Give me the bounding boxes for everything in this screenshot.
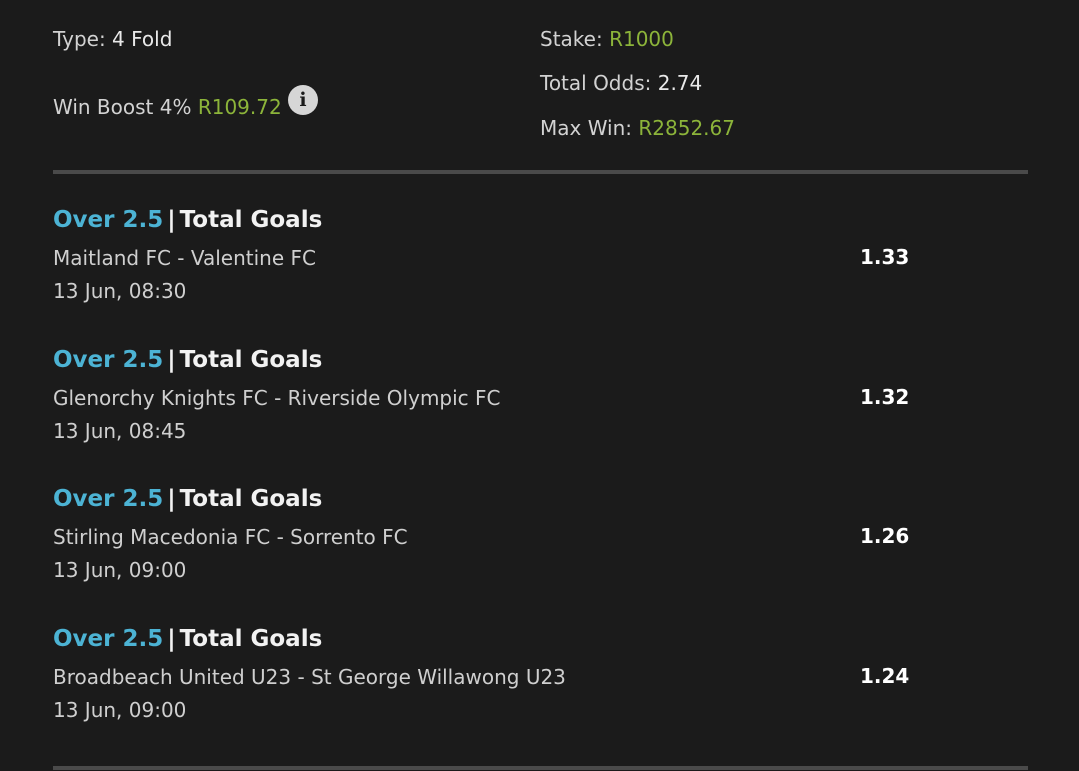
leg-market: Over 2.5 | Total Goals: [53, 484, 322, 514]
leg-market: Over 2.5 | Total Goals: [53, 624, 322, 654]
bet-type: Type: 4 Fold: [53, 26, 172, 52]
max-win-label: Max Win:: [540, 116, 633, 140]
summary-divider: [53, 170, 1028, 174]
leg-separator: |: [167, 486, 176, 512]
leg-time: 13 Jun, 09:00: [53, 558, 187, 582]
leg-odds: 1.33: [860, 245, 910, 269]
leg-separator: |: [167, 346, 176, 373]
leg-time: 13 Jun, 09:00: [53, 697, 187, 722]
win-boost-label: Win Boost 4%: [53, 95, 192, 119]
leg-market-type: Total Goals: [179, 207, 323, 233]
leg-separator: |: [167, 625, 176, 652]
leg-market-type: Total Goals: [179, 346, 323, 373]
leg-market: Over 2.5 | Total Goals: [53, 345, 322, 375]
leg-market-type: Total Goals: [179, 625, 323, 652]
stake-value: R1000: [609, 27, 674, 51]
total-odds: Total Odds: 2.74: [540, 70, 702, 96]
win-boost: Win Boost 4% R109.72: [53, 94, 282, 120]
max-win: Max Win: R2852.67: [540, 115, 735, 141]
win-boost-value: R109.72: [197, 95, 282, 119]
leg-match: Broadbeach United U23 - St George Willaw…: [53, 664, 566, 689]
leg-match: Maitland FC - Valentine FC: [53, 246, 316, 270]
leg-selection: Over 2.5: [53, 207, 164, 233]
max-win-value: R2852.67: [638, 116, 735, 140]
leg-selection: Over 2.5: [53, 486, 164, 512]
leg-match: Glenorchy Knights FC - Riverside Olympic…: [53, 385, 501, 410]
info-icon[interactable]: i: [288, 85, 318, 115]
total-odds-label: Total Odds:: [540, 71, 652, 95]
bet-leg: Over 2.5 | Total Goals Stirling Macedonia …: [53, 484, 1028, 624]
leg-selection: Over 2.5: [53, 625, 164, 652]
leg-selection: Over 2.5: [53, 346, 164, 373]
bet-summary: Type: 4 Fold Win Boost 4% R109.72 i Stak…: [53, 0, 1028, 172]
stake-label: Stake:: [540, 27, 603, 51]
bet-leg: Over 2.5 | Total Goals Glenorchy Knights F…: [53, 345, 1028, 485]
leg-market-type: Total Goals: [179, 486, 323, 512]
leg-odds: 1.32: [860, 384, 910, 409]
bet-type-value: 4 Fold: [112, 27, 173, 51]
leg-time: 13 Jun, 08:45: [53, 418, 187, 443]
leg-market: Over 2.5 | Total Goals: [53, 205, 322, 235]
bet-leg: Over 2.5 | Total Goals Maitland FC - Valen…: [53, 205, 1028, 345]
bet-leg: Over 2.5 | Total Goals Broadbeach United U…: [53, 624, 1028, 764]
leg-time: 13 Jun, 08:30: [53, 279, 187, 303]
bottom-divider: [53, 766, 1028, 770]
total-odds-value: 2.74: [657, 71, 703, 95]
leg-odds: 1.26: [860, 524, 910, 548]
bet-type-label: Type:: [53, 27, 106, 51]
leg-match: Stirling Macedonia FC - Sorrento FC: [53, 525, 408, 549]
stake: Stake: R1000: [540, 26, 674, 52]
leg-odds: 1.24: [860, 663, 910, 688]
bet-legs-list: Over 2.5 | Total Goals Maitland FC - Valen…: [53, 205, 1028, 763]
leg-separator: |: [167, 207, 176, 233]
